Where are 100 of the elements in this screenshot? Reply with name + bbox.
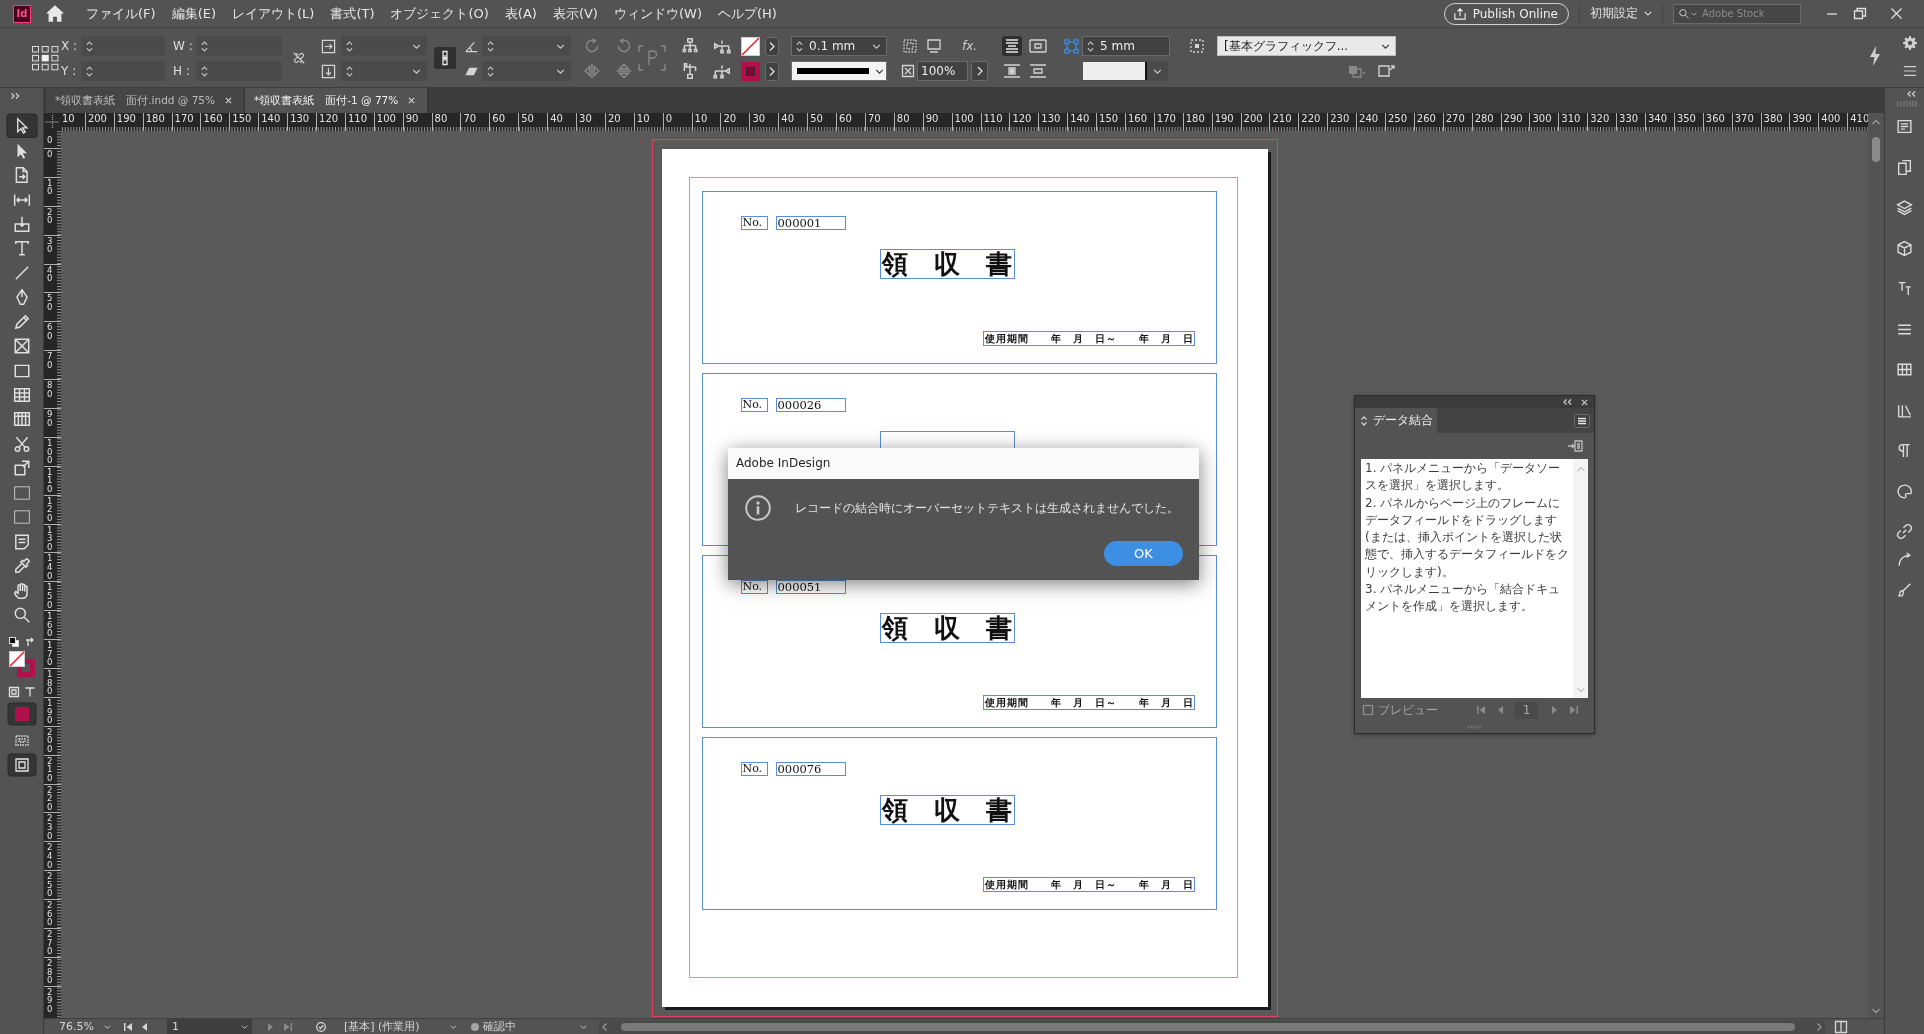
scale-x-field[interactable] <box>341 36 427 56</box>
hierarchy-right-icon[interactable] <box>713 62 731 80</box>
close-icon[interactable] <box>408 97 416 104</box>
menu-item[interactable]: 編集(E) <box>171 4 216 23</box>
transform-box-icon[interactable] <box>12 459 31 478</box>
chain-icon[interactable] <box>1896 523 1913 540</box>
settings-icon[interactable] <box>1903 36 1917 50</box>
chevron-down-icon[interactable] <box>412 43 421 49</box>
wrap-box-icon[interactable] <box>1028 36 1048 56</box>
table-grid-icon[interactable] <box>12 386 31 405</box>
pencil-icon[interactable] <box>12 312 31 331</box>
spinner-icon[interactable] <box>86 65 93 77</box>
double-chevron-left-icon[interactable] <box>1907 91 1916 97</box>
dotted-frame-icon[interactable] <box>902 38 918 54</box>
wrap-jump-icon[interactable] <box>1028 61 1048 81</box>
spinner-icon[interactable] <box>86 40 93 52</box>
menu-item[interactable]: レイアウト(L) <box>232 4 315 23</box>
first-page-icon[interactable] <box>123 1022 132 1031</box>
object-style-icon[interactable] <box>1189 38 1205 54</box>
receipt-number[interactable]: 000001 <box>775 216 846 230</box>
width-field[interactable] <box>196 36 282 56</box>
format-container-icon[interactable] <box>8 687 19 698</box>
scissors-icon[interactable] <box>12 434 31 453</box>
pages-icon[interactable] <box>1896 158 1913 176</box>
number-label[interactable]: No. <box>740 216 768 230</box>
hand-icon[interactable] <box>12 581 31 600</box>
previous-page-icon[interactable] <box>140 1022 149 1031</box>
chevron-down-icon[interactable] <box>556 43 565 49</box>
receipt-title[interactable]: 領 収 書 <box>879 795 1015 825</box>
menu-icon[interactable] <box>1903 65 1917 77</box>
shear-angle-field[interactable] <box>482 61 571 81</box>
stroke-weight-field[interactable]: 0.1 mm <box>791 36 887 56</box>
note-icon[interactable] <box>12 532 31 551</box>
close-icon[interactable] <box>225 97 232 104</box>
zoom-field[interactable]: 76.5% <box>59 1020 111 1033</box>
insert-field-icon[interactable] <box>1567 440 1583 452</box>
view-mode-icon[interactable] <box>7 754 36 777</box>
scale-y-field[interactable] <box>341 61 427 81</box>
number-label[interactable]: No. <box>740 580 768 594</box>
chevron-right-icon[interactable] <box>765 36 779 56</box>
swatch-grid-icon[interactable] <box>1896 361 1913 378</box>
hierarchy-icon[interactable] <box>681 37 699 55</box>
line-tool-icon[interactable] <box>12 263 31 282</box>
object-style-dropdown[interactable]: [基本グラフィックフ... <box>1217 36 1396 56</box>
brush-icon[interactable] <box>1896 581 1913 598</box>
format-text-icon[interactable] <box>24 687 35 698</box>
spinner-icon[interactable] <box>796 40 803 52</box>
scroll-thumb[interactable] <box>1872 137 1880 162</box>
x-position-field[interactable] <box>81 36 165 56</box>
curve-arrow-icon[interactable] <box>1896 552 1913 569</box>
close-icon[interactable] <box>1891 8 1902 19</box>
menu-item[interactable]: 表示(V) <box>552 4 598 23</box>
receipt-title[interactable]: 領 収 書 <box>879 613 1015 643</box>
spinner-icon[interactable] <box>201 40 208 52</box>
reference-point-icon[interactable] <box>32 46 58 70</box>
properties-icon[interactable] <box>1896 118 1913 135</box>
font-size-icon[interactable] <box>1896 280 1913 297</box>
stroke-swatch-icon[interactable] <box>741 61 760 81</box>
hierarchy-down-icon[interactable] <box>681 62 699 80</box>
palette-icon[interactable] <box>1896 482 1913 500</box>
page-number-field[interactable]: 1 <box>166 1019 252 1034</box>
restore-icon[interactable] <box>1854 8 1866 19</box>
apply-color-icon[interactable] <box>7 703 36 726</box>
receipt-title[interactable]: 領 収 書 <box>879 249 1015 279</box>
spinner-icon[interactable] <box>487 40 494 52</box>
height-field[interactable] <box>196 61 282 81</box>
ruler-origin-icon[interactable] <box>44 113 61 131</box>
document-tab[interactable]: *領収書表紙 面付.indd @ 75% <box>46 88 245 113</box>
usage-period-text[interactable]: 使用期間 年 月 日～ 年 月 日 <box>982 695 1195 710</box>
scroll-thumb[interactable] <box>620 1022 1795 1031</box>
menu-item[interactable]: オブジェクト(O) <box>390 4 489 23</box>
broken-link-icon[interactable] <box>292 51 306 65</box>
spinner-icon[interactable] <box>487 65 494 77</box>
corner-shape-dropdown[interactable] <box>1083 61 1168 81</box>
square-bar-icon[interactable] <box>926 38 942 54</box>
fill-none-swatch-icon[interactable] <box>741 36 760 56</box>
frame-offset-field[interactable]: 5 mm <box>1082 36 1170 56</box>
chevron-right-icon[interactable] <box>971 61 988 81</box>
receipt-number[interactable]: 000026 <box>775 398 846 412</box>
zoom-icon[interactable] <box>12 605 31 624</box>
rotation-angle-field[interactable] <box>482 36 571 56</box>
column-grid-icon[interactable] <box>12 410 31 429</box>
default-colors-icon[interactable] <box>8 637 19 648</box>
box-down-arrow-icon[interactable] <box>12 214 31 233</box>
document-tab[interactable]: *領収書表紙 面付-1 @ 77% <box>245 88 429 113</box>
panel-menu-icon[interactable] <box>1574 413 1590 428</box>
type-tool-icon[interactable] <box>12 239 31 258</box>
double-chevron-right-icon[interactable] <box>11 93 20 99</box>
chevron-down-icon[interactable] <box>412 68 421 74</box>
chevron-down-icon[interactable] <box>556 68 565 74</box>
home-icon[interactable] <box>46 5 64 22</box>
layers-icon[interactable] <box>1896 199 1913 216</box>
crossed-frame-icon[interactable] <box>12 337 31 356</box>
number-label[interactable]: No. <box>740 398 768 412</box>
screen-mode-icon[interactable] <box>13 732 30 749</box>
chevron-right-icon[interactable] <box>765 61 779 81</box>
arrow-pointer-icon[interactable] <box>6 114 37 138</box>
preflight-icon[interactable] <box>315 1021 326 1032</box>
wrap-none-icon[interactable] <box>1002 36 1022 56</box>
effects-button[interactable]: fx. <box>962 39 978 53</box>
